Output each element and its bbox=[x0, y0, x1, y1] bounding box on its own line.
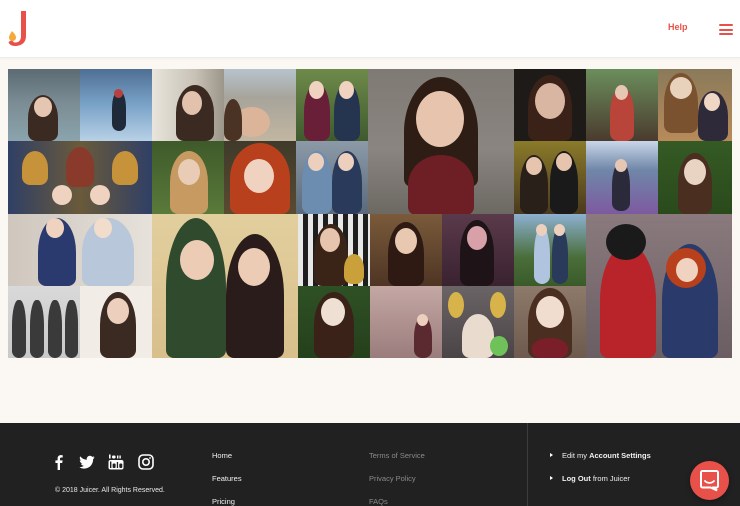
arrow-right-icon bbox=[550, 476, 553, 480]
photo-gallery-grid bbox=[8, 69, 732, 358]
photo-headshot-dark[interactable] bbox=[514, 69, 586, 141]
twitter-icon[interactable] bbox=[79, 454, 95, 470]
top-navigation-bar: Help bbox=[0, 0, 740, 58]
photo-hedge-smile[interactable] bbox=[658, 141, 732, 214]
photo-woman-in-garden[interactable] bbox=[152, 141, 224, 214]
photo-castle-garden[interactable] bbox=[586, 141, 658, 214]
photo-two-friends-blue[interactable] bbox=[296, 141, 368, 214]
photo-ivy-portrait[interactable] bbox=[298, 286, 370, 358]
account-settings-link[interactable]: Edit my Account Settings bbox=[550, 451, 651, 460]
juicer-logo-icon[interactable] bbox=[8, 9, 32, 47]
footer-link-features[interactable]: Features bbox=[212, 474, 242, 483]
chat-launcher-button[interactable] bbox=[690, 461, 729, 500]
photo-couple-with-trophy[interactable] bbox=[514, 141, 586, 214]
photo-with-chipmunk[interactable] bbox=[658, 69, 732, 141]
photo-striped-wall[interactable] bbox=[298, 214, 370, 286]
footer-divider bbox=[527, 423, 528, 506]
footer-link-faqs[interactable]: FAQs bbox=[369, 497, 388, 506]
photo-minnie-and-merida[interactable] bbox=[586, 214, 732, 358]
photo-two-friends-green[interactable] bbox=[296, 69, 368, 141]
photo-park-friends[interactable] bbox=[514, 214, 586, 286]
photo-selfie-window[interactable] bbox=[152, 69, 224, 141]
chat-bubble-icon bbox=[700, 470, 719, 492]
footer-link-home[interactable]: Home bbox=[212, 451, 232, 460]
photo-girls-by-lake[interactable] bbox=[8, 69, 80, 141]
photo-colorful-tapestry[interactable] bbox=[8, 141, 152, 214]
facebook-icon[interactable] bbox=[51, 454, 67, 470]
hamburger-menu-icon[interactable] bbox=[719, 24, 733, 35]
photo-balloons-party[interactable] bbox=[442, 286, 514, 358]
help-link[interactable]: Help bbox=[668, 22, 688, 32]
photo-white-backdrop[interactable] bbox=[80, 286, 152, 358]
photo-smile-closeup[interactable] bbox=[514, 286, 586, 358]
photo-snowy-mountain[interactable] bbox=[80, 69, 152, 141]
footer-link-privacy-policy[interactable]: Privacy Policy bbox=[369, 474, 416, 483]
photo-beach-selfie[interactable] bbox=[224, 69, 296, 141]
copyright-text: © 2018 Juicer. All Rights Reserved. bbox=[55, 487, 165, 494]
footer-link-terms-of-service[interactable]: Terms of Service bbox=[369, 451, 425, 460]
photo-pink-lights[interactable] bbox=[442, 214, 514, 286]
photo-dancers-lineup[interactable] bbox=[8, 286, 80, 358]
photo-green-costume-pair[interactable] bbox=[152, 214, 298, 358]
photo-portrait-red-dress[interactable] bbox=[368, 69, 514, 214]
photo-princess-costumes[interactable] bbox=[8, 214, 152, 286]
photo-neon-sign[interactable] bbox=[370, 286, 442, 358]
photo-red-curly-hair[interactable] bbox=[224, 141, 296, 214]
arrow-right-icon bbox=[550, 453, 553, 457]
footer-link-pricing[interactable]: Pricing bbox=[212, 497, 235, 506]
photo-garden-red-dress[interactable] bbox=[586, 69, 658, 141]
instagram-icon[interactable] bbox=[138, 454, 154, 470]
log-out-link[interactable]: Log Out from Juicer bbox=[550, 474, 630, 483]
youtube-icon[interactable] bbox=[108, 454, 124, 470]
photo-wooden-wall[interactable] bbox=[370, 214, 442, 286]
